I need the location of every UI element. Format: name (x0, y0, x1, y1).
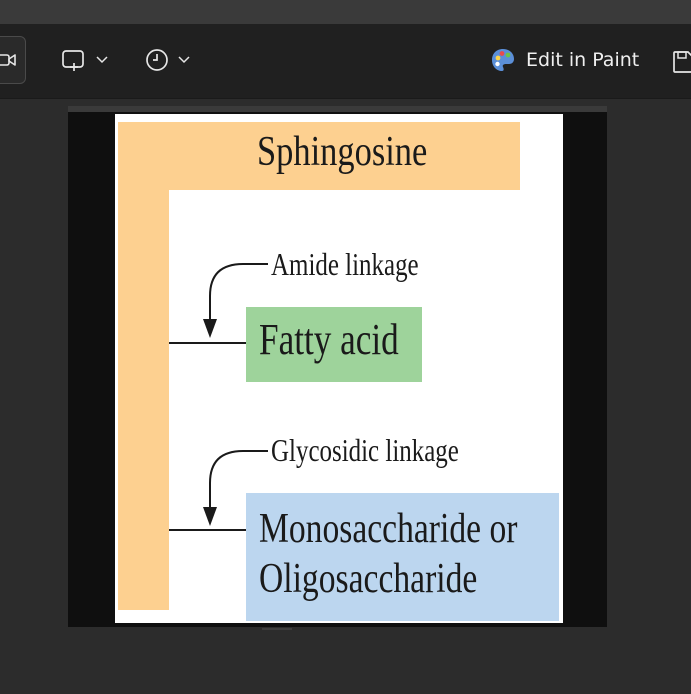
sphingolipid-diagram: Sphingosine Amide linkage Fatty acid Gly… (115, 114, 563, 623)
glycosidic-arrow (209, 450, 268, 510)
paint-palette-icon (492, 49, 514, 71)
video-camera-icon (0, 54, 16, 66)
window-titlebar (0, 0, 691, 24)
glycosidic-linkage-label: Glycosidic linkage (271, 432, 459, 468)
sugar-label-line2: Oligosaccharide (259, 556, 478, 602)
amide-arrowhead (203, 319, 217, 338)
history-dropdown-button[interactable] (144, 46, 190, 74)
sugar-label-line1: Monosaccharide or (259, 506, 518, 552)
crop-frame-icon (62, 50, 84, 71)
chevron-down-icon (178, 56, 190, 64)
photo-toolbar: Edit in Paint (0, 24, 691, 99)
sugar-label: Monosaccharide or Oligosaccharide (259, 504, 517, 604)
edit-in-paint-label: Edit in Paint (526, 49, 640, 71)
save-icon (673, 51, 691, 73)
crop-dropdown-button[interactable] (60, 46, 108, 74)
amide-linkage-label: Amide linkage (271, 246, 419, 282)
save-button[interactable] (672, 48, 691, 76)
chevron-down-icon (96, 56, 108, 64)
clock-icon (146, 49, 168, 71)
fatty-acid-label: Fatty acid (259, 315, 399, 364)
video-button[interactable] (0, 36, 26, 84)
edit-in-paint-button[interactable]: Edit in Paint (490, 44, 639, 76)
filmstrip-handle[interactable] (262, 628, 292, 630)
glycosidic-arrowhead (203, 507, 217, 526)
